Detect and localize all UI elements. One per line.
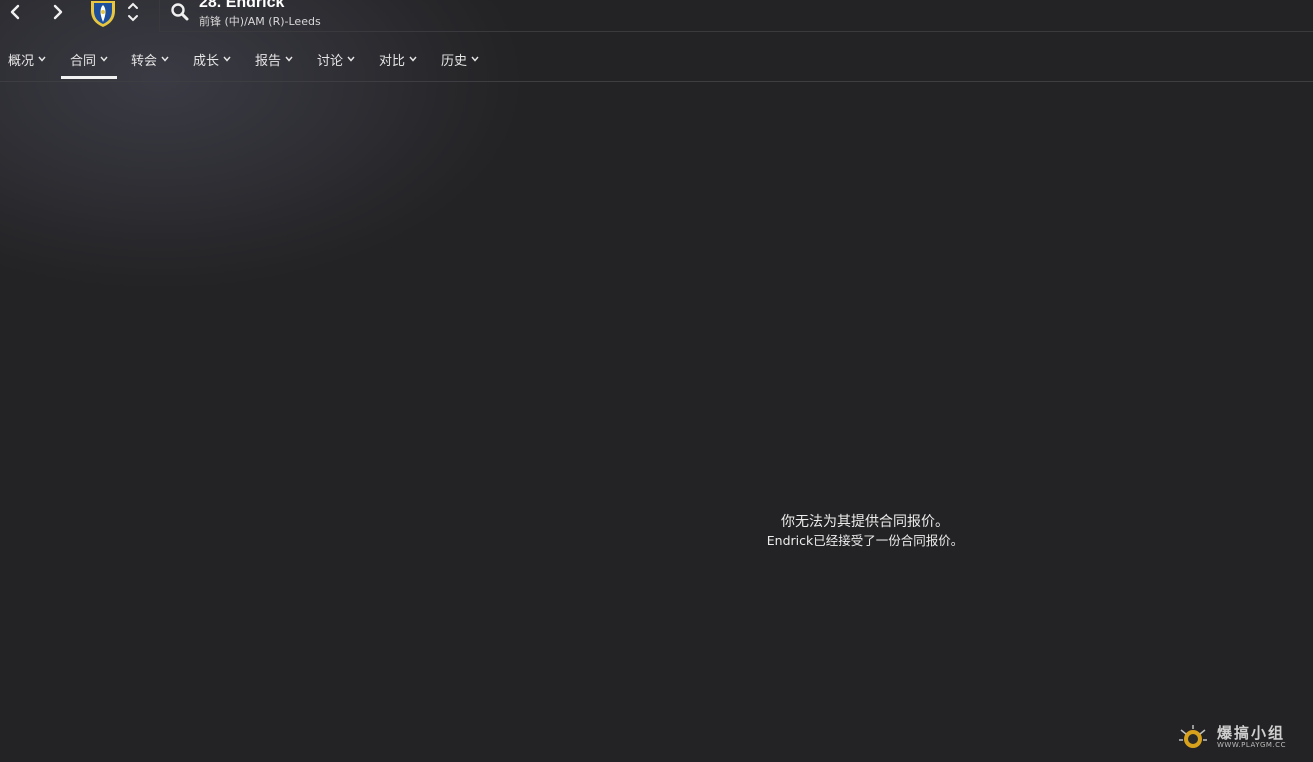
chevron-down-icon [347,56,355,62]
menu-item-discuss[interactable]: 讨论 [317,48,355,70]
menu-item-label: 历史 [441,53,468,69]
menu-item-label: 讨论 [317,53,344,69]
chevron-down-icon [471,56,479,62]
message-line-1: 你无法为其提供合同报价。 [781,514,949,530]
club-crest-icon [91,1,115,27]
back-button[interactable] [0,0,30,24]
menu-item-label: 报告 [255,53,282,69]
menu-item-development[interactable]: 成长 [193,48,231,70]
menu-item-label: 转会 [131,53,158,69]
up-down-chevron-icon [128,2,138,22]
section-menu: 概况 合同 转会 成长 报告 讨论 对比 历史 [0,40,1313,82]
background-glow [0,0,1313,762]
menu-item-label: 成长 [193,53,220,69]
menu-item-transfer[interactable]: 转会 [131,48,169,70]
menu-item-history[interactable]: 历史 [441,48,479,70]
menu-item-label: 概况 [8,53,35,69]
prev-next-player[interactable] [125,0,141,26]
menu-item-compare[interactable]: 对比 [379,48,417,70]
chevron-down-icon [161,56,169,62]
top-bar: 28. Endrick 前锋 (中)/AM (R)-Leeds [0,0,1313,34]
forward-button[interactable] [43,0,73,24]
chevron-down-icon [100,56,108,62]
player-position-club: 前锋 (中)/AM (R)-Leeds [199,15,321,28]
contract-unavailable-message: 你无法为其提供合同报价。 Endrick已经接受了一份合同报价。 [700,513,1030,549]
chevron-down-icon [285,56,293,62]
menu-item-label: 对比 [379,53,406,69]
player-header[interactable]: 28. Endrick 前锋 (中)/AM (R)-Leeds [159,0,1313,32]
chevron-left-icon [10,4,20,20]
watermark-logo-icon [1179,725,1207,748]
watermark-url: WWW.PLAYGM.CC [1217,741,1286,749]
menu-item-reports[interactable]: 报告 [255,48,293,70]
menu-item-label: 合同 [70,53,97,69]
chevron-right-icon [53,4,63,20]
chevron-down-icon [409,56,417,62]
club-crest[interactable] [88,0,118,28]
player-name: 28. Endrick [199,0,285,11]
watermark: 爆搞小组 WWW.PLAYGM.CC [1177,722,1307,754]
menu-item-contract[interactable]: 合同 [60,48,118,79]
chevron-down-icon [38,56,46,62]
chevron-down-icon [223,56,231,62]
watermark-text: 爆搞小组 [1217,724,1286,742]
menu-item-overview[interactable]: 概况 [8,48,46,70]
message-line-2: Endrick已经接受了一份合同报价。 [766,533,964,548]
search-icon[interactable] [170,2,190,22]
